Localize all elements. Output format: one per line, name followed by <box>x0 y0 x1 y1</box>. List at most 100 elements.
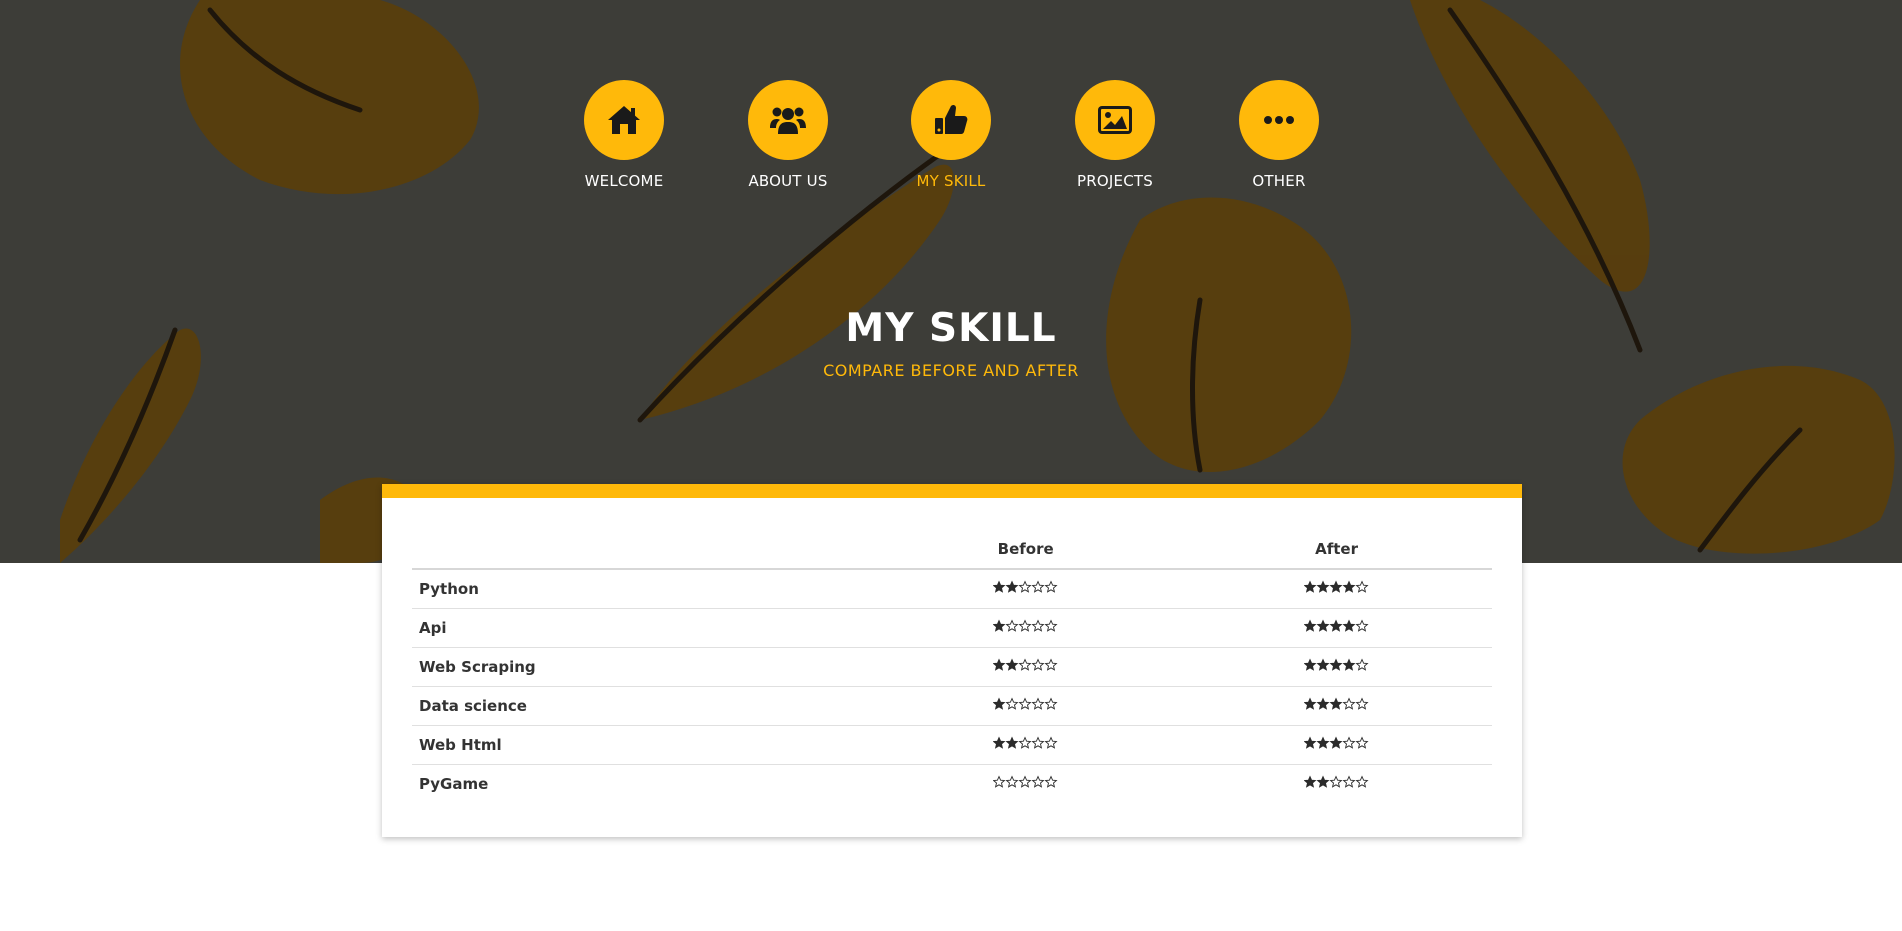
nav-circle <box>584 80 664 160</box>
star-filled-icon <box>1329 697 1343 710</box>
skill-name: Python <box>412 569 871 609</box>
star-rating <box>993 580 1058 594</box>
star-filled-icon <box>1316 736 1330 749</box>
star-empty-icon <box>1018 736 1032 749</box>
star-filled-icon <box>993 619 1006 632</box>
before-rating <box>870 686 1182 726</box>
nav-item-other[interactable]: OTHER <box>1209 80 1349 190</box>
star-filled-icon <box>1316 580 1330 593</box>
star-rating <box>993 697 1058 711</box>
header-skill <box>412 530 871 570</box>
nav-circle <box>911 80 991 160</box>
star-filled-icon <box>1316 775 1330 788</box>
star-filled-icon <box>993 658 1006 671</box>
after-rating <box>1181 686 1492 726</box>
star-empty-icon <box>1355 775 1369 788</box>
main-navigation: WELCOME ABOUT US MY SKILL PROJECTS OTHER <box>0 80 1902 200</box>
star-empty-icon <box>1355 697 1369 710</box>
star-filled-icon <box>1342 619 1356 632</box>
skill-name: Api <box>412 608 871 648</box>
nav-item-welcome[interactable]: WELCOME <box>554 80 694 190</box>
star-empty-icon <box>1031 697 1045 710</box>
nav-label-welcome: WELCOME <box>584 172 664 190</box>
star-empty-icon <box>1044 775 1058 788</box>
before-rating <box>870 569 1182 609</box>
nav-circle <box>1239 80 1319 160</box>
before-rating <box>870 608 1182 648</box>
star-filled-icon <box>1304 775 1317 788</box>
star-filled-icon <box>1329 580 1343 593</box>
after-rating <box>1181 765 1492 804</box>
star-filled-icon <box>1316 658 1330 671</box>
star-empty-icon <box>1005 775 1019 788</box>
star-empty-icon <box>1031 736 1045 749</box>
star-empty-icon <box>1005 619 1019 632</box>
star-filled-icon <box>1342 580 1356 593</box>
star-empty-icon <box>1044 697 1058 710</box>
skill-name: Data science <box>412 686 871 726</box>
after-rating <box>1181 608 1492 648</box>
star-filled-icon <box>1342 658 1356 671</box>
star-empty-icon <box>1031 775 1045 788</box>
star-filled-icon <box>1316 697 1330 710</box>
star-empty-icon <box>1031 580 1045 593</box>
star-empty-icon <box>993 775 1006 788</box>
star-empty-icon <box>1018 658 1032 671</box>
table-body: Python Api Web Scraping Data science Web <box>412 569 1492 803</box>
star-empty-icon <box>1031 658 1045 671</box>
after-rating <box>1181 725 1492 765</box>
star-empty-icon <box>1044 658 1058 671</box>
star-empty-icon <box>1355 658 1369 671</box>
skills-card: Before After Python Api Web Scraping Dat <box>382 484 1522 837</box>
table-row: Api <box>412 608 1492 648</box>
star-rating <box>993 658 1058 672</box>
star-rating <box>1304 736 1369 750</box>
star-empty-icon <box>1018 697 1032 710</box>
star-empty-icon <box>1342 775 1356 788</box>
star-filled-icon <box>1304 619 1317 632</box>
star-rating <box>1304 619 1369 633</box>
nav-item-projects[interactable]: PROJECTS <box>1045 80 1185 190</box>
star-rating <box>1304 775 1369 789</box>
star-filled-icon <box>1304 580 1317 593</box>
home-icon <box>608 106 640 134</box>
header-before: Before <box>870 530 1182 570</box>
nav-label-other: OTHER <box>1252 172 1306 190</box>
star-empty-icon <box>1018 775 1032 788</box>
star-empty-icon <box>1044 580 1058 593</box>
after-rating <box>1181 647 1492 687</box>
nav-item-about-us[interactable]: ABOUT US <box>718 80 858 190</box>
header-after: After <box>1181 530 1492 570</box>
table-row: PyGame <box>412 765 1492 804</box>
star-filled-icon <box>993 580 1006 593</box>
before-rating <box>870 725 1182 765</box>
star-rating <box>1304 658 1369 672</box>
users-icon <box>770 107 806 134</box>
nav-label-my-skill: MY SKILL <box>916 172 986 190</box>
star-filled-icon <box>1304 736 1317 749</box>
hero-section: WELCOME ABOUT US MY SKILL PROJECTS OTHER… <box>0 0 1902 563</box>
star-empty-icon <box>1342 736 1356 749</box>
star-rating <box>993 775 1058 789</box>
page-title: MY SKILL <box>845 306 1057 351</box>
nav-label-about-us: ABOUT US <box>748 172 828 190</box>
star-rating <box>1304 580 1369 594</box>
before-rating <box>870 647 1182 687</box>
star-empty-icon <box>1018 619 1032 632</box>
nav-circle <box>748 80 828 160</box>
star-filled-icon <box>1005 580 1019 593</box>
star-empty-icon <box>1329 775 1343 788</box>
star-filled-icon <box>1304 697 1317 710</box>
more-icon <box>1264 116 1294 124</box>
nav-item-my-skill[interactable]: MY SKILL <box>881 80 1021 190</box>
star-filled-icon <box>1005 658 1019 671</box>
star-empty-icon <box>1355 580 1369 593</box>
star-empty-icon <box>1018 580 1032 593</box>
skill-name: Web Html <box>412 725 871 765</box>
skill-name: PyGame <box>419 775 489 793</box>
table-row: Python <box>412 569 1492 609</box>
star-empty-icon <box>1355 736 1369 749</box>
star-rating <box>1304 697 1369 711</box>
table-row: Data science <box>412 686 1492 726</box>
star-filled-icon <box>1304 658 1317 671</box>
